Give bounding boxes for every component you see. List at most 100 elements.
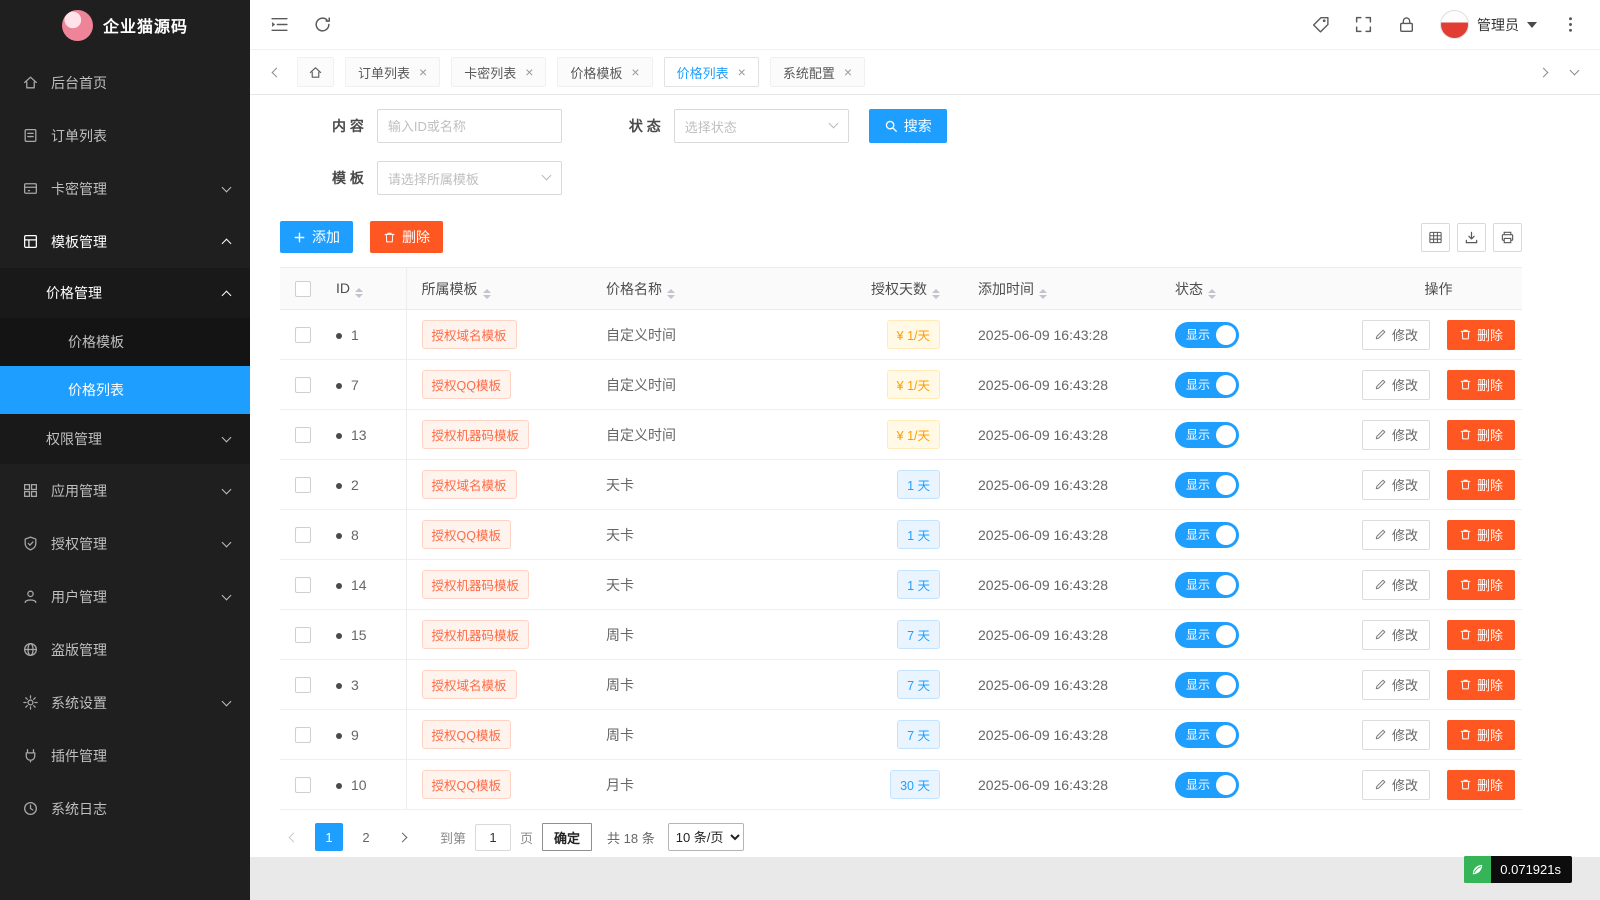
delete-button[interactable]: 删除 <box>1447 570 1515 600</box>
status-toggle[interactable]: 显示 <box>1175 372 1239 398</box>
tab-system-config[interactable]: 系统配置 × <box>770 57 865 87</box>
edit-button[interactable]: 修改 <box>1362 520 1430 550</box>
header-template[interactable]: 所属模板 <box>406 268 591 310</box>
sidebar-item-plugins[interactable]: 插件管理 <box>0 729 250 782</box>
goto-confirm-button[interactable]: 确定 <box>542 823 592 851</box>
search-button[interactable]: 搜索 <box>869 109 947 143</box>
tabs-scroll-right-icon[interactable] <box>1533 57 1553 87</box>
close-icon[interactable]: × <box>419 65 427 79</box>
header-created-time[interactable]: 添加时间 <box>958 268 1158 310</box>
status-toggle[interactable]: 显示 <box>1175 472 1239 498</box>
row-checkbox[interactable] <box>295 627 311 643</box>
edit-button[interactable]: 修改 <box>1362 470 1430 500</box>
tabs-scroll-left-icon[interactable] <box>266 57 286 87</box>
status-toggle[interactable]: 显示 <box>1175 672 1239 698</box>
edit-button[interactable]: 修改 <box>1362 570 1430 600</box>
delete-button[interactable]: 删除 <box>1447 620 1515 650</box>
tabs-menu-icon[interactable] <box>1564 57 1584 87</box>
delete-button[interactable]: 删除 <box>1447 520 1515 550</box>
select-all-checkbox[interactable] <box>295 281 311 297</box>
header-days[interactable]: 授权天数 <box>863 268 958 310</box>
add-button[interactable]: 添加 <box>280 221 353 253</box>
tab-card-key-list[interactable]: 卡密列表 × <box>451 57 546 87</box>
next-page-icon[interactable] <box>389 823 415 851</box>
status-toggle[interactable]: 显示 <box>1175 422 1239 448</box>
delete-button[interactable]: 删除 <box>1447 470 1515 500</box>
status-toggle[interactable]: 显示 <box>1175 772 1239 798</box>
header-price-name[interactable]: 价格名称 <box>591 268 863 310</box>
sidebar-item-users[interactable]: 用户管理 <box>0 570 250 623</box>
status-select[interactable]: 选择状态 <box>674 109 849 143</box>
sidebar-item-system-settings[interactable]: 系统设置 <box>0 676 250 729</box>
fullscreen-icon[interactable] <box>1354 15 1373 34</box>
refresh-icon[interactable] <box>313 15 332 34</box>
delete-button[interactable]: 删除 <box>1447 320 1515 350</box>
goto-page-input[interactable] <box>475 824 511 851</box>
status-toggle[interactable]: 显示 <box>1175 572 1239 598</box>
row-checkbox[interactable] <box>295 577 311 593</box>
row-checkbox[interactable] <box>295 477 311 493</box>
collapse-sidebar-icon[interactable] <box>270 15 289 34</box>
sidebar-item-dashboard[interactable]: 后台首页 <box>0 56 250 109</box>
row-checkbox[interactable] <box>295 377 311 393</box>
sidebar-item-price-template[interactable]: 价格模板 <box>0 318 250 366</box>
row-checkbox[interactable] <box>295 777 311 793</box>
row-checkbox[interactable] <box>295 427 311 443</box>
tab-home[interactable] <box>297 57 334 87</box>
edit-button[interactable]: 修改 <box>1362 320 1430 350</box>
sidebar-item-orders[interactable]: 订单列表 <box>0 109 250 162</box>
delete-button[interactable]: 删除 <box>1447 670 1515 700</box>
close-icon[interactable]: × <box>844 65 852 79</box>
sidebar-item-price-management[interactable]: 价格管理 <box>0 268 250 318</box>
header-id[interactable]: ID <box>326 268 406 310</box>
page-size-select[interactable]: 10 条/页 <box>668 823 744 851</box>
lock-icon[interactable] <box>1397 15 1416 34</box>
sidebar-item-permission-management[interactable]: 权限管理 <box>0 414 250 464</box>
close-icon[interactable]: × <box>631 65 639 79</box>
print-icon[interactable] <box>1493 223 1522 252</box>
row-checkbox[interactable] <box>295 727 311 743</box>
page-number-2[interactable]: 2 <box>352 823 380 851</box>
status-toggle[interactable]: 显示 <box>1175 322 1239 348</box>
edit-button[interactable]: 修改 <box>1362 720 1430 750</box>
batch-delete-button[interactable]: 删除 <box>370 221 443 253</box>
delete-button[interactable]: 删除 <box>1447 720 1515 750</box>
edit-button[interactable]: 修改 <box>1362 670 1430 700</box>
tab-price-list[interactable]: 价格列表 × <box>664 57 759 87</box>
columns-icon[interactable] <box>1421 223 1450 252</box>
close-icon[interactable]: × <box>738 65 746 79</box>
page-number-1[interactable]: 1 <box>315 823 343 851</box>
row-checkbox[interactable] <box>295 677 311 693</box>
status-toggle[interactable]: 显示 <box>1175 522 1239 548</box>
user-menu[interactable]: 管理员 <box>1440 10 1537 39</box>
header-status[interactable]: 状态 <box>1158 268 1355 310</box>
row-checkbox[interactable] <box>295 527 311 543</box>
status-toggle[interactable]: 显示 <box>1175 622 1239 648</box>
delete-button[interactable]: 删除 <box>1447 770 1515 800</box>
edit-button[interactable]: 修改 <box>1362 370 1430 400</box>
tab-price-template[interactable]: 价格模板 × <box>557 57 652 87</box>
edit-button[interactable]: 修改 <box>1362 770 1430 800</box>
sidebar-item-authorization[interactable]: 授权管理 <box>0 517 250 570</box>
prev-page-icon[interactable] <box>280 823 306 851</box>
more-menu-icon[interactable] <box>1561 15 1580 34</box>
close-icon[interactable]: × <box>525 65 533 79</box>
status-toggle[interactable]: 显示 <box>1175 722 1239 748</box>
edit-button[interactable]: 修改 <box>1362 620 1430 650</box>
sidebar-item-templates[interactable]: 模板管理 <box>0 215 250 268</box>
sidebar-item-applications[interactable]: 应用管理 <box>0 464 250 517</box>
sidebar-item-card-keys[interactable]: 卡密管理 <box>0 162 250 215</box>
template-label: 模 板 <box>332 168 364 188</box>
delete-button[interactable]: 删除 <box>1447 370 1515 400</box>
sidebar-item-piracy[interactable]: 盗版管理 <box>0 623 250 676</box>
delete-button[interactable]: 删除 <box>1447 420 1515 450</box>
edit-button[interactable]: 修改 <box>1362 420 1430 450</box>
sidebar-item-price-list[interactable]: 价格列表 <box>0 366 250 414</box>
export-icon[interactable] <box>1457 223 1486 252</box>
content-input[interactable] <box>377 109 562 143</box>
tab-order-list[interactable]: 订单列表 × <box>345 57 440 87</box>
sidebar-item-system-logs[interactable]: 系统日志 <box>0 782 250 835</box>
row-checkbox[interactable] <box>295 327 311 343</box>
template-select[interactable]: 请选择所属模板 <box>377 161 562 195</box>
tag-icon[interactable] <box>1311 15 1330 34</box>
